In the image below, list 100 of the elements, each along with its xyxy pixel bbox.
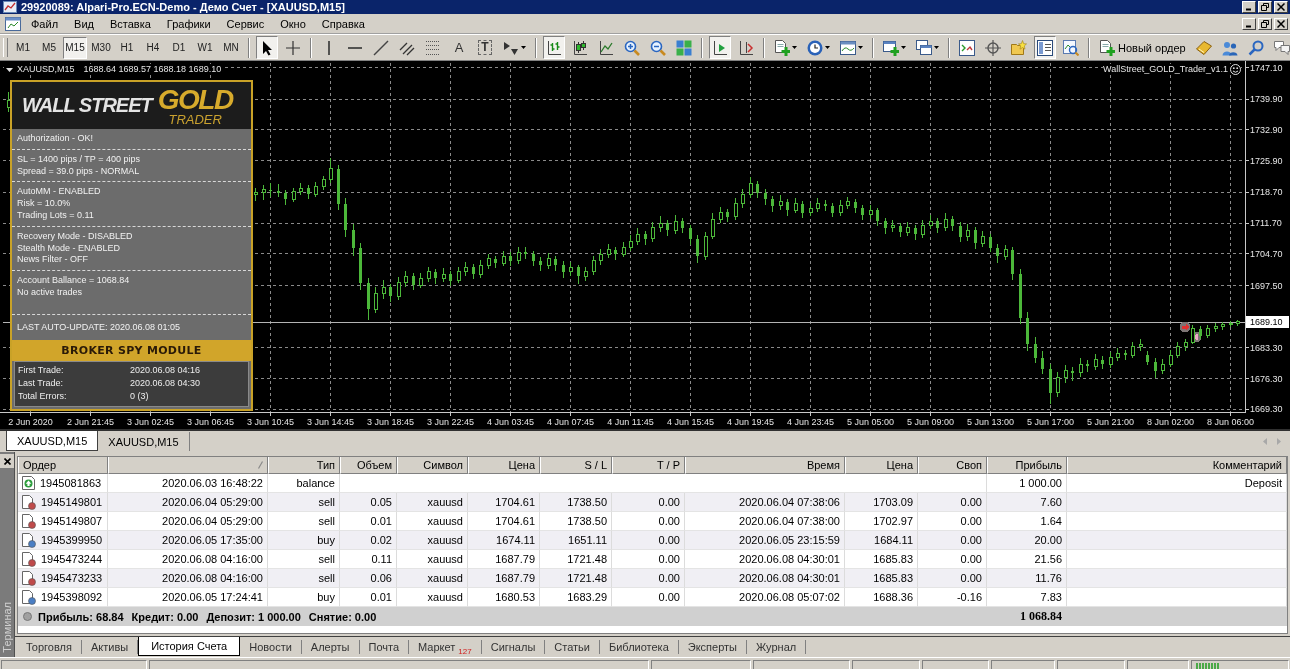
timeframe-button[interactable]: H1 bbox=[115, 36, 139, 59]
timeframe-button[interactable]: M30 bbox=[89, 36, 113, 59]
column-header[interactable]: Время bbox=[685, 457, 845, 474]
restore-icon bbox=[1261, 3, 1269, 11]
panel-tab[interactable]: Сигналы bbox=[481, 640, 546, 654]
column-header[interactable] bbox=[108, 457, 268, 474]
candle-body bbox=[1034, 344, 1037, 358]
chart-tab[interactable]: XAUUSD,M15 bbox=[6, 431, 99, 451]
dot-icon bbox=[23, 612, 32, 621]
candle-body bbox=[1049, 368, 1052, 393]
speech-bubbles-icon bbox=[1273, 39, 1290, 56]
timeframe-button[interactable]: H4 bbox=[141, 36, 165, 59]
timeframe-button[interactable]: M15 bbox=[63, 36, 87, 59]
caret-icon bbox=[792, 46, 797, 49]
timeframe-button[interactable]: M1 bbox=[11, 36, 35, 59]
vertical-line-icon bbox=[328, 40, 330, 55]
panel-tab[interactable]: История Счета bbox=[138, 637, 241, 656]
column-header[interactable]: Комментарий bbox=[1067, 457, 1287, 474]
summary-item: Прибыль: 68.84 bbox=[38, 610, 124, 623]
menu-item[interactable]: Окно bbox=[272, 15, 314, 32]
table-cell: 0.02 bbox=[340, 531, 397, 550]
candle-body bbox=[373, 293, 378, 310]
status-line: LAST AUTO-UPDATE: 2020.06.08 01:05 bbox=[17, 322, 182, 334]
column-header[interactable]: Ордер bbox=[18, 457, 108, 474]
timeframe-button[interactable]: M5 bbox=[37, 36, 61, 59]
candle-body bbox=[974, 230, 977, 244]
timeframe-button[interactable]: W1 bbox=[193, 36, 217, 59]
table-cell: xauusd bbox=[397, 531, 468, 550]
panel-tab[interactable]: Почта bbox=[359, 640, 410, 654]
menu-item[interactable]: Файл bbox=[23, 15, 67, 32]
close-button[interactable] bbox=[0, 454, 14, 468]
target-icon bbox=[985, 39, 1001, 56]
expert-name: WallStreet_GOLD_Trader_v1.1 bbox=[1103, 64, 1228, 75]
price-axis-label: 1732.90 bbox=[1250, 124, 1283, 135]
minimize-button[interactable] bbox=[1242, 17, 1256, 30]
status-line: SL = 1400 pips / TP = 400 pips bbox=[17, 153, 141, 166]
toolbar-button[interactable]: A bbox=[448, 36, 470, 59]
panel-tab[interactable]: Новости bbox=[240, 640, 302, 654]
panel-tab[interactable]: Торговля bbox=[17, 640, 82, 654]
column-header[interactable]: Своп bbox=[918, 457, 987, 474]
price-quote: 1688.64 1689.57 1688.18 1689.10 bbox=[83, 64, 222, 75]
column-header[interactable]: S / L bbox=[540, 457, 612, 474]
candle-body bbox=[1086, 364, 1089, 367]
toolbar-button[interactable] bbox=[1034, 36, 1056, 59]
panel-tab[interactable]: Журнал bbox=[747, 640, 807, 654]
column-header[interactable]: Символ bbox=[397, 457, 468, 474]
candle-body bbox=[456, 271, 461, 282]
table-cell: sell bbox=[268, 493, 340, 512]
candle-body bbox=[943, 218, 948, 229]
minimize-button[interactable] bbox=[1242, 1, 1256, 13]
menu-item[interactable]: Вид bbox=[66, 15, 102, 32]
candle-body bbox=[733, 203, 738, 218]
panel-tab[interactable]: Библиотека bbox=[599, 640, 679, 654]
menu-item[interactable]: Справка bbox=[313, 15, 373, 32]
table-cell-text: 1945399950 bbox=[41, 533, 103, 548]
time-axis-label: 5 Jun 05:00 bbox=[847, 417, 894, 427]
time-axis-label: 4 Jun 19:45 bbox=[727, 417, 774, 427]
price-axis-label: 1711.70 bbox=[1250, 218, 1282, 229]
price-axis-label: 1683.30 bbox=[1250, 342, 1283, 353]
panel-tab[interactable]: Статьи bbox=[545, 640, 600, 654]
table-cell-text: 1945149807 bbox=[41, 514, 103, 529]
column-header[interactable]: Объем bbox=[340, 457, 397, 474]
close-button[interactable] bbox=[1274, 17, 1288, 30]
timeframe-button[interactable]: D1 bbox=[167, 36, 191, 59]
column-header[interactable]: T / P bbox=[612, 457, 685, 474]
menu-item[interactable]: Графики bbox=[158, 15, 219, 32]
bar-chart-icon bbox=[546, 39, 562, 56]
chart-tab[interactable]: XAUUSD,M15 bbox=[98, 432, 190, 451]
toolbar-button[interactable] bbox=[709, 36, 731, 59]
column-header[interactable]: Прибыль bbox=[987, 457, 1067, 474]
caret-icon bbox=[6, 67, 13, 72]
table-cell-text: 1945398092 bbox=[41, 590, 103, 605]
panel-tab[interactable]: Алерты bbox=[301, 640, 360, 654]
toolbar-button[interactable] bbox=[543, 36, 565, 59]
candle-body bbox=[959, 225, 962, 237]
field-label: Total Errors: bbox=[18, 389, 68, 403]
time-axis-label: 5 Jun 09:00 bbox=[907, 417, 954, 427]
menu-item[interactable]: Вставка bbox=[101, 15, 159, 32]
column-header[interactable]: Цена bbox=[468, 457, 540, 474]
column-header[interactable]: Цена bbox=[845, 457, 918, 474]
candle-body bbox=[989, 236, 992, 248]
restore-button[interactable] bbox=[1258, 17, 1272, 30]
close-button[interactable] bbox=[1274, 1, 1288, 13]
panel-tab[interactable]: Маркет $_{127}$ bbox=[409, 640, 482, 654]
column-header[interactable]: Тип bbox=[268, 457, 340, 474]
logo-text: WALL STREET bbox=[22, 94, 152, 117]
caret-icon bbox=[521, 46, 526, 49]
summary-item: Кредит: 0.00 bbox=[131, 610, 199, 623]
toolbar-button[interactable] bbox=[256, 36, 278, 59]
table-cell: 0.00 bbox=[612, 569, 685, 588]
panel-tab[interactable]: Эксперты bbox=[678, 640, 748, 654]
table-cell: xauusd bbox=[397, 569, 468, 588]
table-cell: 1738.50 bbox=[540, 493, 612, 512]
restore-button[interactable] bbox=[1258, 1, 1272, 13]
document-icon bbox=[22, 513, 36, 529]
menu-item[interactable]: Сервис bbox=[218, 15, 273, 32]
toolbar-button[interactable]: Новый ордер bbox=[1096, 36, 1189, 59]
timeframe-button[interactable]: MN bbox=[219, 36, 243, 59]
status-line: Recovery Mode - DISABLED bbox=[17, 230, 134, 243]
toolbar-button[interactable]: T bbox=[474, 36, 496, 59]
